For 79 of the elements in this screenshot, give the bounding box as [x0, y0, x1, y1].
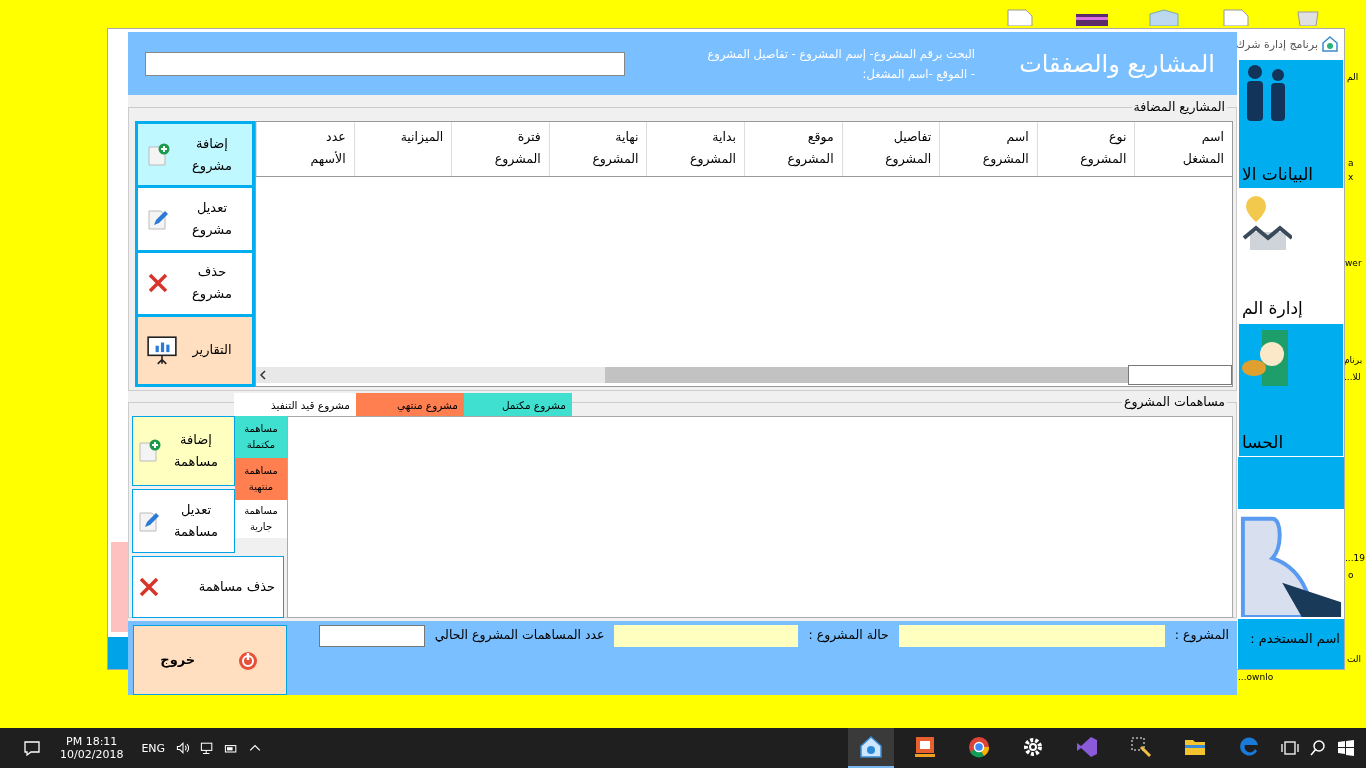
column-header[interactable]: اسم المشروع [939, 122, 1037, 176]
column-header[interactable]: اسم المشغل [1134, 122, 1232, 176]
desktop-icon-label: برنام [1344, 355, 1363, 365]
column-header[interactable]: نهاية المشروع [548, 122, 647, 176]
app-icon [1237, 735, 1261, 759]
search-hint: البحث برقم المشروع- إسم المشروع - تفاصيل المشروع [706, 46, 975, 61]
clock-date: 10/02/2018 [60, 748, 124, 761]
legend-label: مشروع قيد التنفيذ [234, 393, 356, 416]
column-header[interactable]: الميزانية [353, 122, 452, 176]
edit-project-button[interactable]: تعديل مشروع [138, 188, 252, 250]
delete-icon [137, 575, 161, 599]
status-field[interactable] [614, 625, 799, 647]
column-header[interactable]: فترة المشروع [451, 122, 549, 176]
field-label: عدد المساهمات المشروع الحالي [434, 626, 605, 645]
scroll-left-icon[interactable] [259, 370, 267, 381]
group-title: مساهمات المشروع [1121, 394, 1227, 410]
panel-background [108, 637, 129, 669]
task-view-icon[interactable] [1280, 738, 1300, 758]
count-field[interactable] [318, 625, 425, 647]
menu-tile[interactable]: الحسا [1238, 323, 1344, 457]
notifications-icon[interactable] [22, 738, 42, 758]
app-icon [913, 735, 937, 759]
report-project-button[interactable]: التقارير [138, 316, 252, 385]
delete-contribution-button[interactable]: حذف مساهمة [132, 556, 284, 618]
group-title: المشاريع المضافة [1131, 99, 1227, 115]
desktop-icon-label: الت [1347, 654, 1362, 664]
edit-document-icon [137, 509, 161, 533]
column-header[interactable]: تفاصيل المشروع [841, 122, 940, 176]
search-icon[interactable] [1308, 738, 1328, 758]
field-label: المشروع : [1174, 626, 1229, 645]
house-app-button[interactable] [848, 728, 894, 768]
tile-label: الحسا [1242, 432, 1285, 452]
menu-tile[interactable] [1238, 509, 1344, 619]
tile-label: البيانات الا [1242, 164, 1315, 184]
home-icon [1322, 36, 1338, 52]
column-header[interactable]: عدد الأسهم [256, 122, 354, 176]
legend-label: مشروع منتهي [356, 393, 464, 416]
legend-label: مساهمة منتهية [235, 458, 287, 500]
language-indicator[interactable]: ENG [141, 741, 166, 755]
desktop-icon-label: للا... [1344, 372, 1361, 382]
presentation-chart-icon [146, 334, 178, 367]
legend-label: مساهمة جارية [235, 500, 287, 538]
add-document-icon [137, 439, 161, 463]
search-field[interactable] [145, 51, 625, 76]
delete-project-button[interactable]: حذف مشروع [138, 252, 252, 314]
legend-label: مشروع مكتمل [464, 393, 572, 416]
app-icon [859, 735, 883, 759]
app-icon [967, 735, 991, 759]
project-field[interactable] [898, 625, 1165, 647]
desktop-icon-label: الم [1347, 72, 1359, 82]
window-title: برنامج إدارة شرك [1236, 37, 1318, 51]
column-header[interactable]: نوع المشروع [1036, 122, 1135, 176]
app-icon [1075, 735, 1099, 759]
dialog-title: المشاريع والصفقات [1018, 49, 1215, 78]
desktop-icon-label: 19... [1345, 553, 1366, 563]
menu-tile[interactable]: البيانات الا [1238, 59, 1344, 189]
start-icon[interactable] [1336, 738, 1356, 758]
scrollbar[interactable] [256, 367, 1128, 384]
tile-label: إدارة الم [1242, 298, 1304, 318]
column-header[interactable]: بداية المشروع [646, 122, 745, 176]
clock-time: PM 18:11 [66, 735, 118, 748]
legend-label: مساهمة مكتملة [235, 416, 287, 458]
desktop-icon-label: ownlo... [1238, 672, 1274, 682]
exit-button[interactable]: خروج [133, 625, 287, 695]
desktop-icon-label: wer [1345, 258, 1362, 268]
field-label: حالة المشروع : [808, 626, 889, 645]
search-hint: - الموقع -اسم المشغل: [861, 66, 975, 81]
add-contribution-button[interactable]: إضافة مساهمة [132, 416, 235, 486]
edit-contribution-button[interactable]: تعديل مساهمة [132, 489, 235, 553]
desktop-icon-label: o [1348, 570, 1354, 580]
column-header[interactable]: موقع المشروع [744, 122, 842, 176]
desktop-icon-label: x [1348, 172, 1354, 182]
volume-icon[interactable] [175, 740, 192, 756]
app-icon [1021, 735, 1045, 759]
app-icon [1129, 735, 1153, 759]
add-project-button[interactable]: إضافة مشروع [138, 124, 252, 186]
desktop-icon-label: a [1348, 158, 1354, 168]
menu-tile[interactable]: إدارة الم [1238, 189, 1344, 323]
add-document-icon [146, 142, 170, 167]
